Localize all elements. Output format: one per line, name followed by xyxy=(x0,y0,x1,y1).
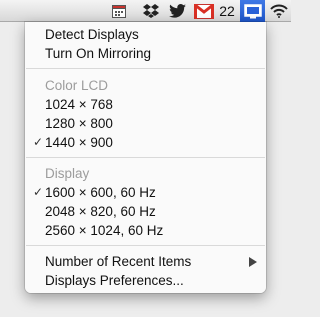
dropbox-icon[interactable] xyxy=(140,0,162,22)
unread-count: 22 xyxy=(216,0,238,22)
checkmark-icon: ✓ xyxy=(33,185,44,199)
display-menu-icon[interactable] xyxy=(240,0,265,22)
menu-item-label: Displays Preferences... xyxy=(45,273,184,288)
menu-bar: 22 xyxy=(0,0,291,22)
gmail-icon[interactable] xyxy=(192,0,216,22)
menu-item-label: 2560 × 1024, 60 Hz xyxy=(45,223,164,238)
menu-separator xyxy=(26,68,265,69)
section-header-display: Display xyxy=(45,166,90,181)
menu-item-resolution-1024x768[interactable]: 1024 × 768 xyxy=(25,95,266,114)
twitter-icon[interactable] xyxy=(166,0,188,22)
menu-item-displays-preferences[interactable]: Displays Preferences... xyxy=(25,271,266,290)
menu-item-resolution-1440x900[interactable]: ✓ 1440 × 900 xyxy=(25,133,266,152)
menu-separator xyxy=(26,157,265,158)
menu-item-label: 1280 × 800 xyxy=(45,116,113,131)
checkmark-icon: ✓ xyxy=(33,135,44,149)
wifi-icon[interactable] xyxy=(268,0,290,22)
gmail-unread-count: 22 xyxy=(219,3,235,19)
submenu-arrow-icon xyxy=(249,257,257,267)
menu-item-resolution-2048x820[interactable]: 2048 × 820, 60 Hz xyxy=(25,202,266,221)
menu-item-number-of-recent-items[interactable]: Number of Recent Items xyxy=(25,252,266,271)
menu-item-label: Number of Recent Items xyxy=(45,254,192,269)
menu-item-label: 1440 × 900 xyxy=(45,135,113,150)
menu-item-label: 1024 × 768 xyxy=(45,97,113,112)
menu-item-label: Detect Displays xyxy=(45,27,139,42)
menu-item-resolution-1600x600[interactable]: ✓ 1600 × 600, 60 Hz xyxy=(25,183,266,202)
section-header-color-lcd: Color LCD xyxy=(45,78,109,93)
menu-item-detect-displays[interactable]: Detect Displays xyxy=(25,25,266,44)
menu-item-label: 1600 × 600, 60 Hz xyxy=(45,185,156,200)
calendar-icon[interactable] xyxy=(108,0,130,22)
menu-separator xyxy=(26,245,265,246)
menu-item-resolution-1280x800[interactable]: 1280 × 800 xyxy=(25,114,266,133)
menu-item-label: Turn On Mirroring xyxy=(45,46,152,61)
displays-menu: Detect Displays Turn On Mirroring Color … xyxy=(25,22,266,293)
menu-item-resolution-2560x1024[interactable]: 2560 × 1024, 60 Hz xyxy=(25,221,266,240)
menu-item-label: 2048 × 820, 60 Hz xyxy=(45,204,156,219)
menu-item-turn-on-mirroring[interactable]: Turn On Mirroring xyxy=(25,44,266,63)
